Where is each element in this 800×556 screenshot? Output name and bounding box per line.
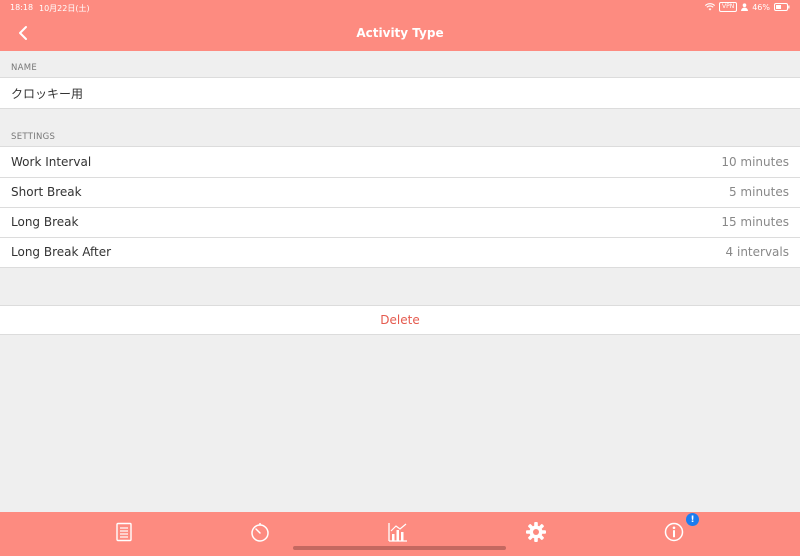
setting-value: 5 minutes xyxy=(728,185,789,199)
battery-percent: 46% xyxy=(752,2,770,12)
tab-timer[interactable] xyxy=(246,518,274,546)
tab-stats[interactable] xyxy=(384,518,412,546)
page-title: Activity Type xyxy=(356,26,444,40)
settings-group: Work Interval 10 minutes Short Break 5 m… xyxy=(0,146,800,268)
setting-row-long-break[interactable]: Long Break 15 minutes xyxy=(0,207,800,237)
setting-row-long-break-after[interactable]: Long Break After 4 intervals xyxy=(0,237,800,267)
setting-value: 10 minutes xyxy=(721,155,789,169)
tab-settings[interactable] xyxy=(522,518,550,546)
status-indicators: VPN 46% xyxy=(705,2,790,12)
info-icon xyxy=(664,522,684,542)
setting-value: 15 minutes xyxy=(721,215,789,229)
name-section-header: NAME xyxy=(11,63,38,73)
home-indicator[interactable] xyxy=(293,546,506,550)
timer-icon xyxy=(251,523,269,542)
wifi-icon xyxy=(705,3,715,11)
setting-row-work-interval[interactable]: Work Interval 10 minutes xyxy=(0,147,800,177)
vpn-badge: VPN xyxy=(719,2,738,12)
tab-info[interactable] xyxy=(660,518,688,546)
tab-list[interactable] xyxy=(110,518,138,546)
setting-label: Short Break xyxy=(11,185,82,199)
name-value: クロッキー用 xyxy=(11,86,84,101)
settings-section-header: SETTINGS xyxy=(11,132,56,142)
delete-button[interactable]: Delete xyxy=(0,306,800,334)
navigation-bar: 18:18 10月22日(土) VPN 46% Activity Type xyxy=(0,0,800,51)
setting-label: Work Interval xyxy=(11,155,92,169)
person-icon xyxy=(741,3,749,11)
status-date: 10月22日(土) xyxy=(39,4,90,13)
gear-icon xyxy=(526,522,546,542)
battery-icon xyxy=(774,3,790,11)
status-time: 18:18 xyxy=(10,3,34,12)
name-field[interactable]: クロッキー用 xyxy=(0,78,800,108)
notification-badge: ! xyxy=(686,513,699,526)
stats-icon xyxy=(388,523,407,542)
setting-label: Long Break After xyxy=(11,245,112,259)
name-group: クロッキー用 xyxy=(0,77,800,109)
delete-group: Delete xyxy=(0,305,800,335)
setting-label: Long Break xyxy=(11,215,79,229)
setting-value: 4 intervals xyxy=(725,245,789,259)
status-bar: 18:18 10月22日(土) VPN 46% xyxy=(0,0,800,16)
list-icon xyxy=(116,522,132,542)
setting-row-short-break[interactable]: Short Break 5 minutes xyxy=(0,177,800,207)
